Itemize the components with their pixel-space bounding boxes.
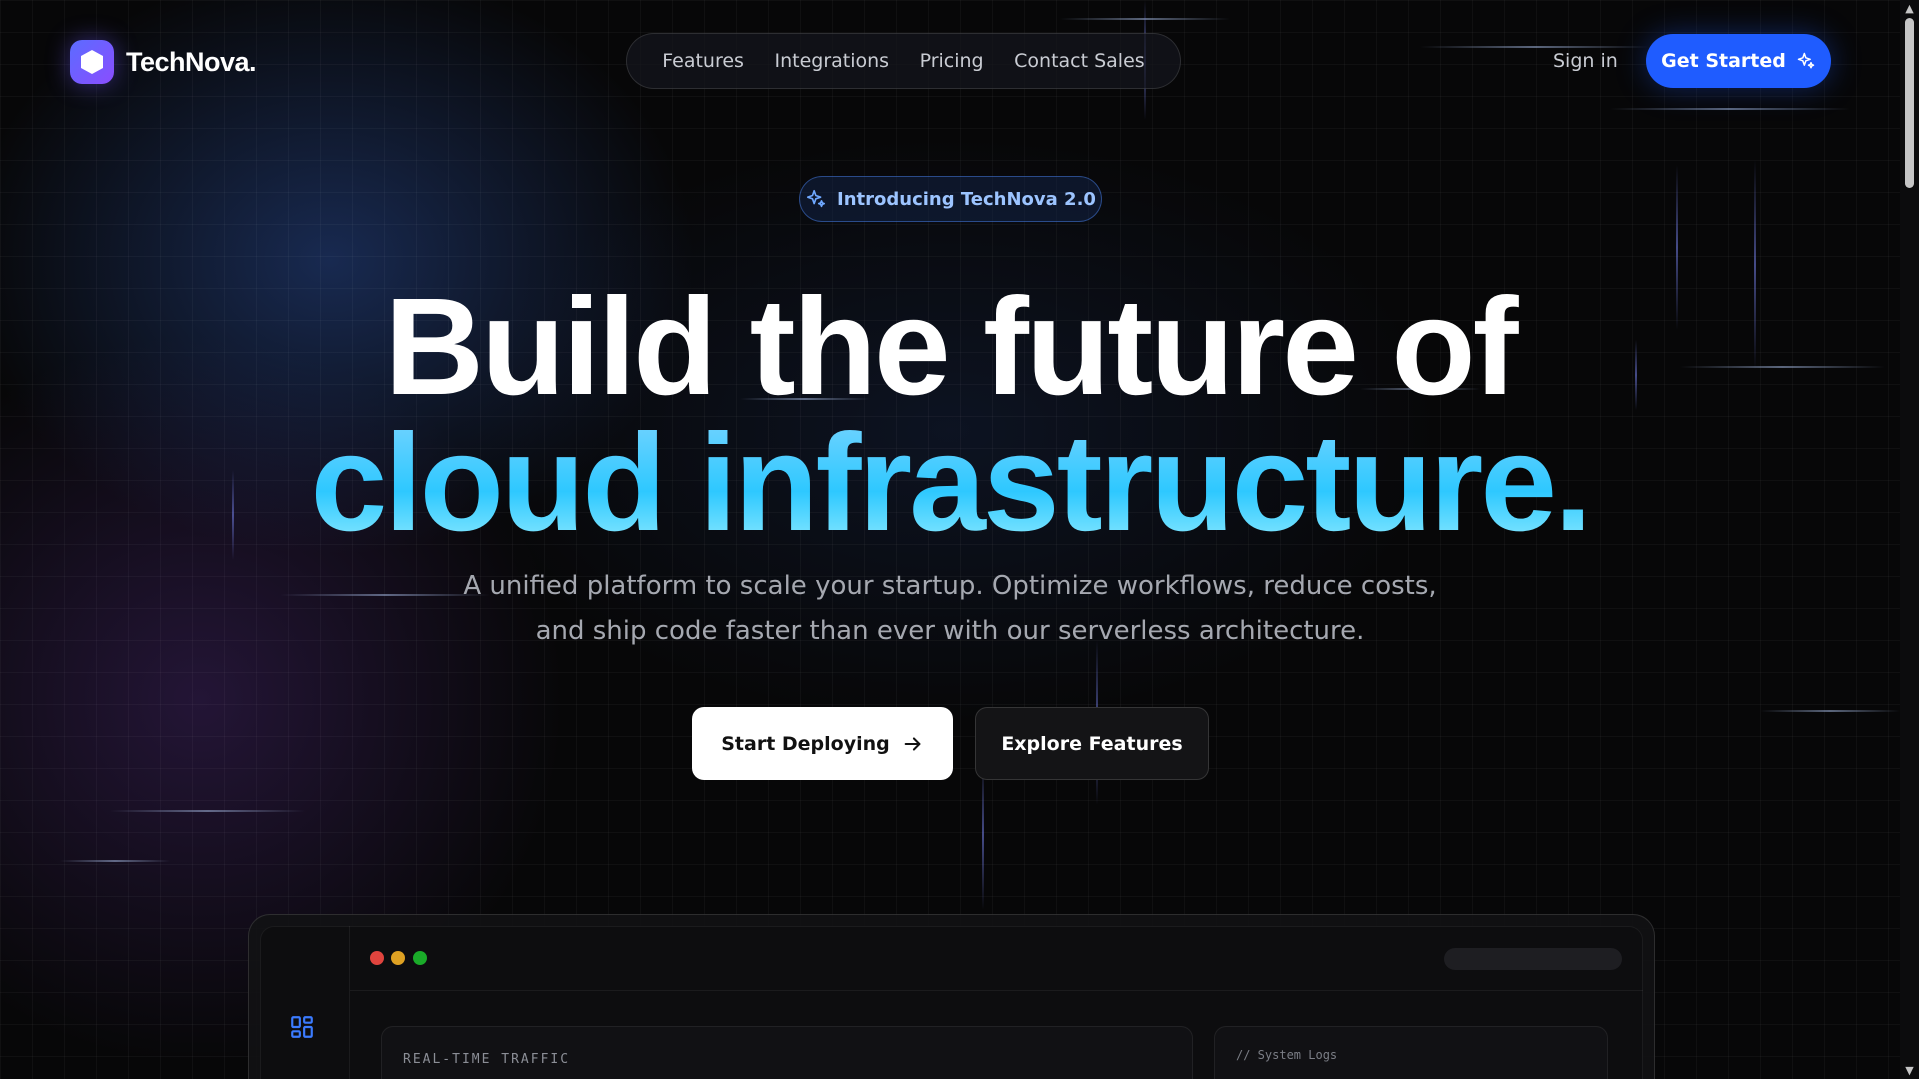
window-minimize-dot[interactable] [391, 951, 405, 965]
dashboard-grid-icon[interactable] [289, 1014, 315, 1040]
sparkles-icon [806, 189, 826, 208]
hexagon-logo-icon [70, 40, 114, 84]
hero-headline-line2: cloud infrastructure. [0, 404, 1900, 563]
nav-link-contact-sales[interactable]: Contact Sales [1014, 50, 1145, 72]
arrow-right-icon [904, 736, 921, 751]
get-started-button[interactable]: Get Started [1646, 34, 1831, 88]
sparkles-icon [1797, 52, 1815, 69]
light-streak [982, 760, 984, 910]
get-started-label: Get Started [1661, 50, 1786, 72]
window-close-dot[interactable] [370, 951, 384, 965]
light-streak [60, 860, 170, 862]
light-streak [1420, 46, 1650, 48]
sign-in-link[interactable]: Sign in [1553, 50, 1618, 72]
nav-link-pricing[interactable]: Pricing [920, 50, 984, 72]
address-bar[interactable] [1444, 948, 1622, 970]
page-viewport: TechNova. Features Integrations Pricing … [0, 0, 1900, 1079]
traffic-panel-title: REAL-TIME TRAFFIC [403, 1052, 571, 1067]
hero-subtitle: A unified platform to scale your startup… [0, 564, 1900, 654]
nav-link-integrations[interactable]: Integrations [774, 50, 889, 72]
brand-logo[interactable]: TechNova. [70, 40, 257, 84]
main-nav: Features Integrations Pricing Contact Sa… [626, 33, 1181, 89]
window-maximize-dot[interactable] [413, 951, 427, 965]
announcement-badge[interactable]: Introducing TechNova 2.0 [799, 176, 1102, 222]
start-deploying-label: Start Deploying [721, 732, 890, 755]
scroll-up-arrow-icon[interactable]: ▲ [1903, 2, 1916, 15]
explore-features-button[interactable]: Explore Features [975, 707, 1209, 780]
hero-subtitle-line1: A unified platform to scale your startup… [463, 571, 1437, 601]
scrollbar-thumb[interactable] [1905, 18, 1914, 188]
light-streak [1760, 710, 1900, 712]
brand-name: TechNova. [126, 46, 257, 77]
badge-label: Introducing TechNova 2.0 [837, 188, 1096, 210]
light-streak [110, 810, 305, 812]
hero-subtitle-line2: and ship code faster than ever with our … [535, 616, 1365, 646]
dashboard-sidebar [260, 926, 350, 1079]
scroll-down-arrow-icon[interactable]: ▼ [1903, 1064, 1916, 1077]
logs-panel-title: // System Logs [1236, 1048, 1338, 1062]
light-streak [1610, 108, 1850, 110]
nav-link-features[interactable]: Features [662, 50, 744, 72]
start-deploying-button[interactable]: Start Deploying [692, 707, 953, 780]
explore-features-label: Explore Features [1001, 732, 1183, 755]
